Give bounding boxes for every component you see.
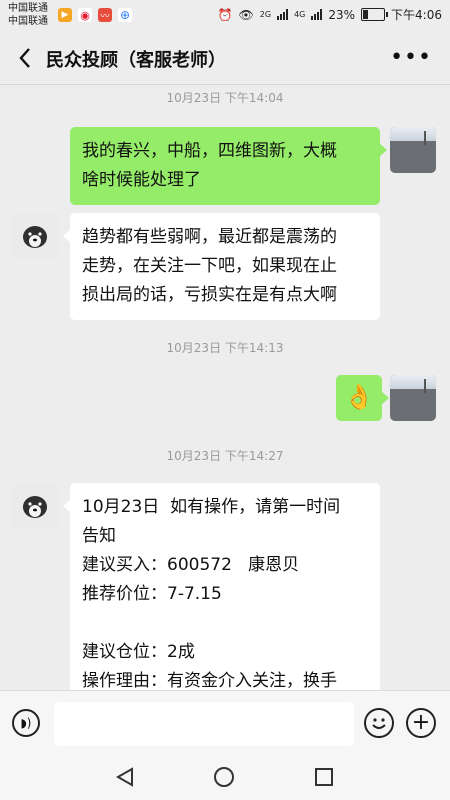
message-line: 建议买入：600572 康恩贝 bbox=[82, 555, 300, 575]
battery-icon bbox=[361, 8, 389, 21]
voice-icon: ◗) bbox=[20, 716, 32, 730]
message-timestamp: 10月23日 下午14:27 bbox=[166, 449, 284, 463]
dog-avatar-icon bbox=[12, 213, 58, 259]
chat-input-bar: ◗) + bbox=[0, 690, 450, 757]
eye-icon: 👁 bbox=[238, 7, 254, 22]
plus-icon: + bbox=[411, 710, 431, 735]
message-line: 趋势都有些弱啊，最近都是震荡的 bbox=[82, 227, 337, 247]
stock-app-icon: 〰 bbox=[98, 8, 112, 22]
advisor-avatar[interactable] bbox=[12, 483, 58, 529]
system-nav-bar bbox=[0, 756, 450, 800]
carrier-1: 中国联通 bbox=[8, 3, 48, 14]
app-notification-icon: ▶ bbox=[58, 8, 72, 22]
sent-message-bubble[interactable]: 我的春兴，中船，四维图新，大概 啥时候能处理了 bbox=[70, 127, 387, 205]
browser-icon: ⊕ bbox=[118, 8, 132, 22]
message-list[interactable]: 10月23日 下午14:04 我的春兴，中船，四维图新，大概 啥时候能处理了 趋… bbox=[0, 85, 450, 690]
battery-percent: 23% bbox=[328, 7, 356, 22]
chat-title: 民众投顾（客服老师） bbox=[46, 50, 226, 71]
message-line: 操作理由：有资金介入关注，换手 bbox=[82, 671, 337, 690]
sent-emoji-bubble[interactable]: 👌 bbox=[336, 375, 389, 421]
network-2: 4G bbox=[294, 10, 306, 19]
my-avatar[interactable] bbox=[390, 127, 436, 173]
more-button[interactable]: ••• bbox=[390, 45, 432, 70]
message-line bbox=[82, 609, 368, 638]
message-line: 啥时候能处理了 bbox=[82, 170, 201, 190]
carrier-info: 中国联通 中国联通 bbox=[8, 2, 48, 28]
emoji-icon bbox=[372, 718, 386, 729]
battery-level bbox=[363, 10, 369, 19]
message-line: 10月23日 如有操作，请第一时间 bbox=[82, 497, 341, 517]
dog-avatar-icon bbox=[12, 483, 58, 529]
message-line: 走势，在关注一下吧，如果现在止 bbox=[82, 256, 337, 276]
system-back-icon[interactable] bbox=[114, 766, 136, 788]
message-line: 告知 bbox=[82, 526, 116, 546]
plus-button[interactable]: + bbox=[406, 708, 436, 738]
emoji-button[interactable] bbox=[364, 708, 394, 738]
message-timestamp: 10月23日 下午14:04 bbox=[166, 91, 284, 105]
carrier-2: 中国联通 bbox=[8, 16, 48, 27]
system-recents-icon[interactable] bbox=[315, 768, 333, 786]
received-message-bubble[interactable]: 10月23日 如有操作，请第一时间 告知 建议买入：600572 康恩贝 推荐价… bbox=[63, 483, 380, 690]
status-bar: 中国联通 中国联通 ▶ ◉ 〰 ⊕ ⏰ 👁 2G 4G 23% 下午4:06 bbox=[0, 0, 450, 32]
chat-header: 民众投顾（客服老师） ••• bbox=[0, 32, 450, 85]
message-line: 损出局的话，亏损实在是有点大啊 bbox=[82, 285, 337, 305]
message-input[interactable] bbox=[54, 702, 354, 746]
more-icon: ••• bbox=[390, 45, 432, 70]
signal-1-icon bbox=[277, 9, 289, 20]
signal-2-icon bbox=[311, 9, 323, 20]
status-time: 下午4:06 bbox=[391, 8, 442, 22]
received-message-bubble[interactable]: 趋势都有些弱啊，最近都是震荡的 走势，在关注一下吧，如果现在止 损出局的话，亏损… bbox=[63, 213, 380, 320]
message-line: 推荐价位：7-7.15 bbox=[82, 584, 222, 604]
voice-button[interactable]: ◗) bbox=[12, 709, 40, 737]
alarm-icon: ⏰ bbox=[217, 7, 233, 22]
my-avatar[interactable] bbox=[390, 375, 436, 421]
notification-icons: ▶ ◉ 〰 ⊕ bbox=[58, 8, 132, 22]
message-timestamp: 10月23日 下午14:13 bbox=[166, 341, 284, 355]
ok-hand-icon: 👌 bbox=[344, 383, 374, 411]
message-line: 建议仓位：2成 bbox=[82, 642, 195, 662]
status-right: ⏰ 👁 2G 4G 23% 下午4:06 bbox=[218, 6, 442, 23]
message-line: 我的春兴，中船，四维图新，大概 bbox=[82, 141, 337, 161]
chevron-left-icon bbox=[19, 48, 30, 68]
advisor-avatar[interactable] bbox=[12, 213, 58, 259]
system-home-icon[interactable] bbox=[214, 767, 234, 787]
network-1: 2G bbox=[259, 10, 272, 19]
weibo-icon: ◉ bbox=[78, 8, 92, 22]
back-button[interactable] bbox=[10, 42, 40, 74]
